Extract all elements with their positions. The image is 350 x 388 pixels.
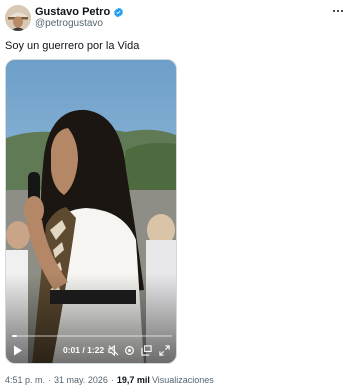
mute-icon[interactable] <box>107 344 119 356</box>
more-options-icon[interactable] <box>330 4 346 18</box>
views-count[interactable]: 19,7 mil <box>117 374 150 386</box>
tweet-metadata: 4:51 p. m. · 31 may. 2026 · 19,7 mil Vis… <box>5 374 214 386</box>
author-handle[interactable]: @petrogustavo <box>35 18 103 30</box>
tweet-time[interactable]: 4:51 p. m. <box>5 374 45 386</box>
tweet-header: Gustavo Petro @petrogustavo <box>0 0 350 34</box>
verified-badge-icon <box>114 7 124 17</box>
meta-separator: · <box>48 375 52 385</box>
video-time: 0:01 / 1:22 <box>63 345 105 355</box>
views-label[interactable]: Visualizaciones <box>152 374 214 386</box>
tweet-text: Soy un guerrero por la Vida <box>5 40 140 52</box>
avatar[interactable] <box>5 5 31 31</box>
video-controls: 0:01 / 1:22 <box>6 332 176 363</box>
author-name-row[interactable]: Gustavo Petro <box>35 5 124 19</box>
video-frame <box>6 60 176 363</box>
author-display-name[interactable]: Gustavo Petro <box>35 5 110 19</box>
play-icon[interactable] <box>12 344 24 356</box>
tweet-date[interactable]: 31 may. 2026 <box>54 374 108 386</box>
video-progress-bar[interactable] <box>12 335 172 337</box>
video-duration: 1:22 <box>87 345 105 355</box>
meta-separator: · <box>110 375 114 385</box>
video-player[interactable]: 0:01 / 1:22 <box>5 59 177 364</box>
video-progress-fill <box>12 335 17 337</box>
avatar-portrait-icon <box>5 5 31 31</box>
video-current-time: 0:01 <box>63 345 81 355</box>
settings-icon[interactable] <box>123 344 135 356</box>
pip-icon[interactable] <box>140 344 152 356</box>
fullscreen-icon[interactable] <box>158 344 170 356</box>
